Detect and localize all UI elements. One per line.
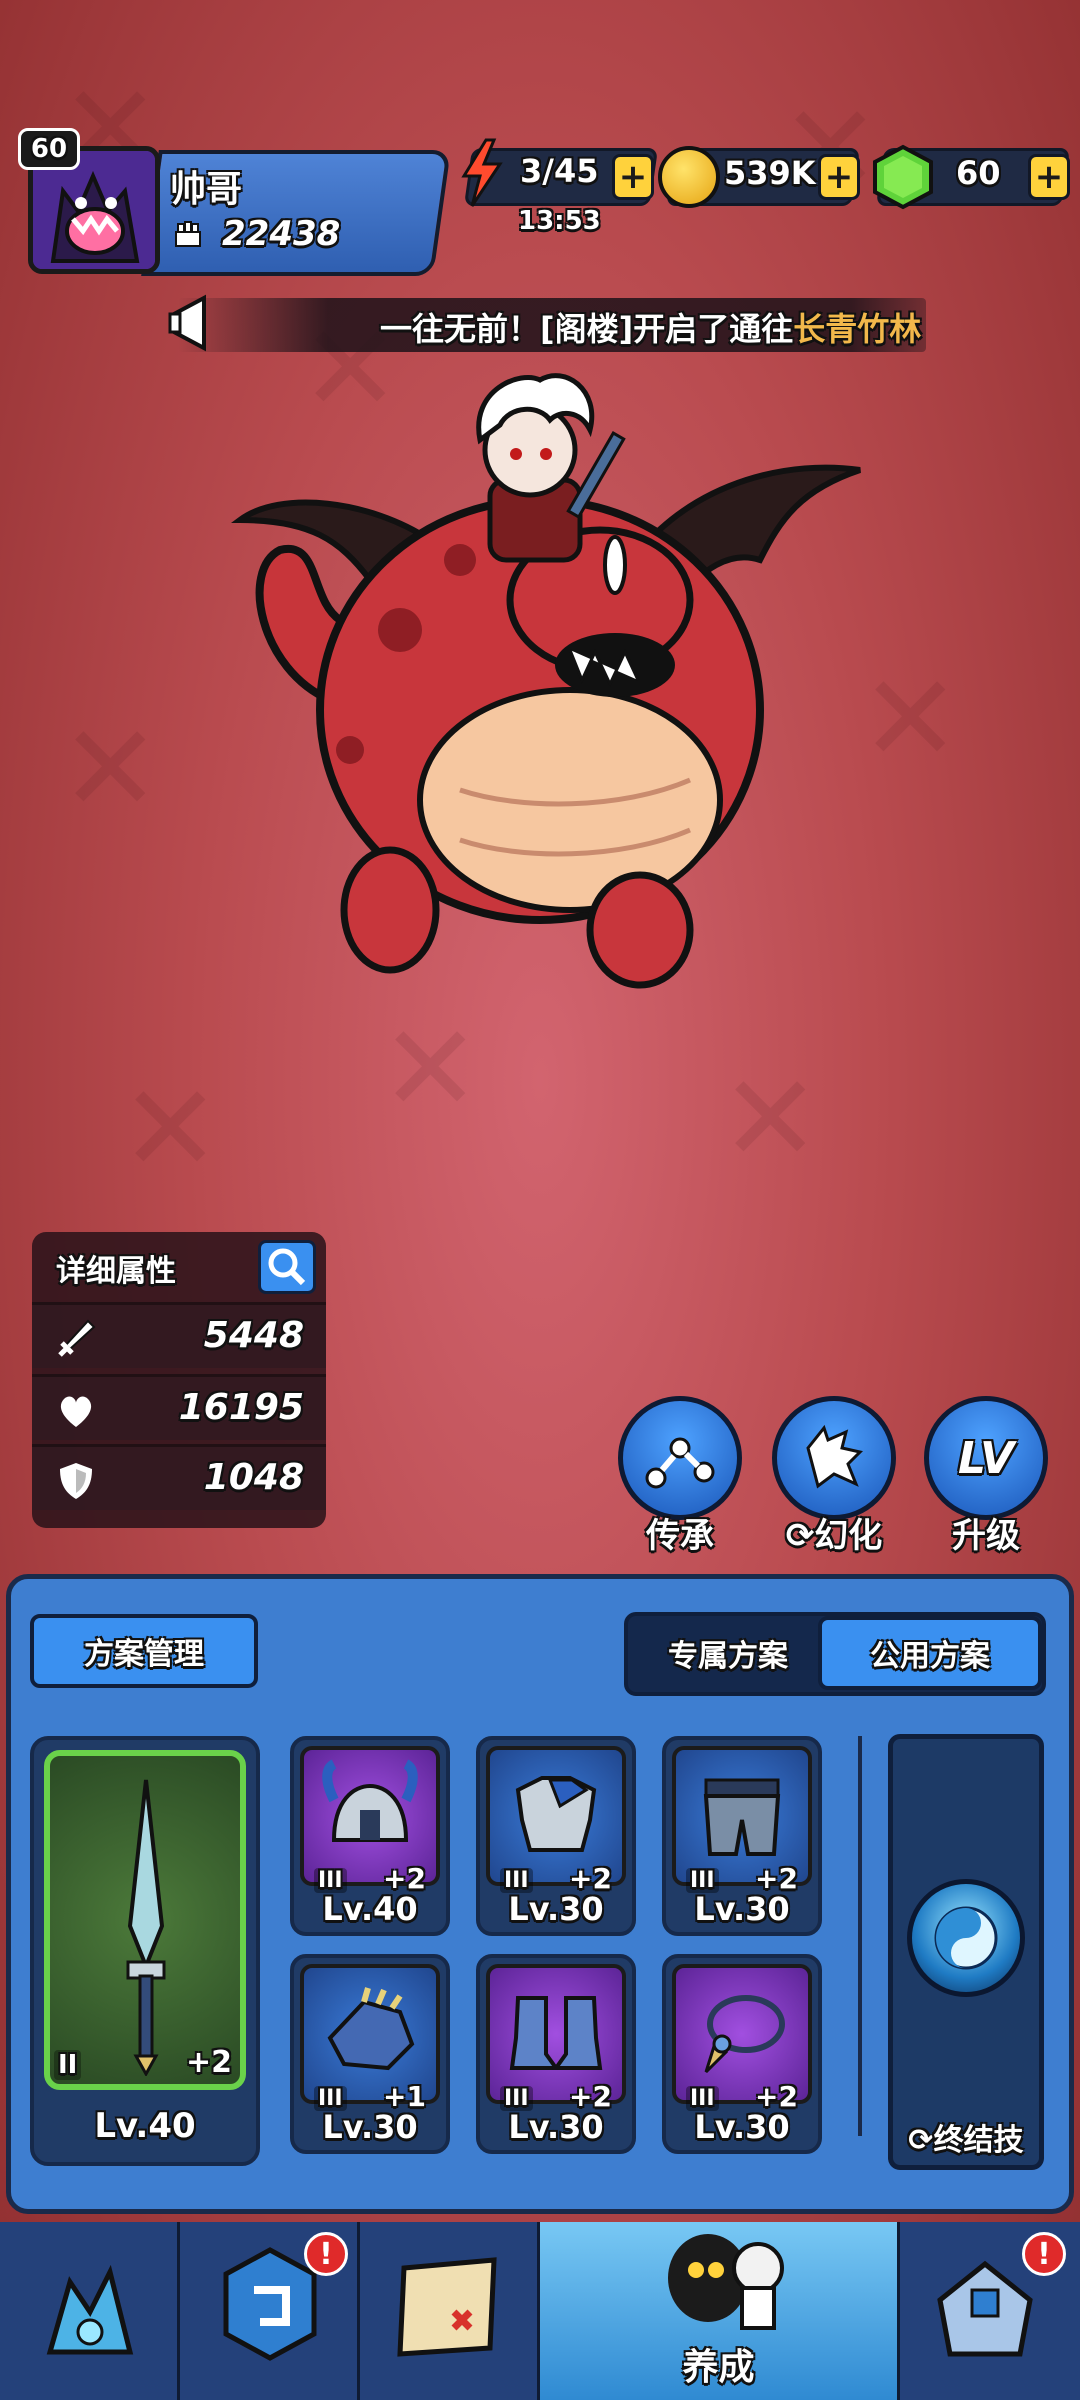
- swap-icon: ⟳: [785, 1516, 815, 1556]
- nav-develop-label: 养成: [682, 2347, 755, 2388]
- gear-frame: III +1: [300, 1964, 440, 2113]
- stats-title: 详细属性: [56, 1254, 176, 1289]
- sword-icon: [54, 1317, 98, 1361]
- bottom-nav: ! 养成 !: [0, 2222, 1080, 2400]
- stat-row-attack: 5448: [32, 1302, 326, 1368]
- gear-frame: III +2: [672, 1746, 812, 1895]
- gem-value: 60: [956, 154, 1001, 192]
- nav-item-dungeon[interactable]: !: [180, 2222, 360, 2400]
- energy-timer: 13:53: [518, 206, 601, 236]
- gear-slot-helmet[interactable]: III +2 Lv.40: [290, 1736, 450, 1936]
- weapon-frame: II +2: [44, 1750, 246, 2090]
- dragon-head-icon: [806, 1424, 863, 1489]
- bg-pattern: ✕: [380, 1000, 481, 1139]
- stat-attack-value: 5448: [203, 1315, 304, 1356]
- gear-level: Lv.30: [694, 2108, 790, 2146]
- gear-level: Lv.30: [322, 2108, 418, 2146]
- nav-item-map[interactable]: [360, 2222, 540, 2400]
- gold-value: 539K: [724, 154, 816, 192]
- stat-row-health: 16195: [32, 1374, 326, 1440]
- gear-slot-boots[interactable]: III +2 Lv.30: [476, 1954, 636, 2154]
- hex-portal-icon: [223, 2247, 317, 2361]
- announcement-text: 一往无前！[阁楼]开启了通往长青竹林: [380, 304, 921, 350]
- gear-level: Lv.30: [694, 1890, 790, 1928]
- search-stats-button[interactable]: [258, 1240, 316, 1294]
- detail-stats-panel: 详细属性 5448 16195 1048: [32, 1232, 326, 1528]
- announcement-highlight: 长青竹林: [793, 310, 922, 348]
- develop-characters-icon: [668, 2234, 784, 2330]
- player-name: 帅哥: [170, 169, 243, 210]
- nav-item-battle[interactable]: [0, 2222, 180, 2400]
- finisher-text: 终结技: [933, 2123, 1024, 2158]
- bg-pattern: ✕: [720, 1050, 821, 1189]
- heart-icon: [54, 1389, 98, 1433]
- nav-notification-badge: !: [304, 2232, 348, 2276]
- gear-frame: III +2: [486, 1964, 626, 2113]
- gear-frame: III +2: [300, 1746, 440, 1895]
- swap-icon: ⟳: [908, 2123, 934, 2158]
- tab-exclusive-plan[interactable]: 专属方案: [628, 1616, 828, 1690]
- inherit-button[interactable]: [618, 1396, 742, 1520]
- gear-level: Lv.30: [508, 2108, 604, 2146]
- gold-coin-icon: [658, 146, 720, 208]
- inherit-label: 传承: [646, 1516, 714, 1556]
- gear-level: Lv.30: [508, 1890, 604, 1928]
- upgrade-label: 升级: [952, 1516, 1020, 1556]
- crystal-crown-icon: [46, 2264, 134, 2355]
- fist-power-icon: [170, 214, 210, 254]
- announcement-prefix: 一往无前！[阁楼]开启了通往: [380, 310, 794, 348]
- finisher-skill-slot[interactable]: ⟳终结技: [888, 1734, 1044, 2170]
- shield-icon: [54, 1459, 98, 1503]
- energy-value: 3/45: [520, 152, 599, 190]
- weapon-plus: +2: [185, 2045, 232, 2080]
- weapon-tier: II: [54, 2050, 82, 2080]
- stat-row-defense: 1048: [32, 1444, 326, 1510]
- illusion-button[interactable]: [772, 1396, 896, 1520]
- gear-slot-pants[interactable]: III +2 Lv.30: [662, 1736, 822, 1936]
- bg-pattern: ✕: [120, 1060, 221, 1199]
- hero-on-dragon-mount[interactable]: [220, 370, 880, 1010]
- magnifier-icon: [268, 1248, 306, 1286]
- gear-slot-armor[interactable]: III +2 Lv.30: [476, 1736, 636, 1936]
- upgrade-button[interactable]: LV: [924, 1396, 1048, 1520]
- megaphone-icon: [166, 292, 232, 354]
- treasure-map-icon: [397, 2257, 497, 2357]
- gear-slot-gauntlet[interactable]: III +1 Lv.30: [290, 1954, 450, 2154]
- stat-defense-value: 1048: [203, 1457, 304, 1498]
- player-power: 22438: [222, 214, 341, 254]
- nav-item-shop[interactable]: !: [900, 2222, 1080, 2400]
- energy-add-button[interactable]: +: [612, 154, 654, 200]
- green-gem-icon: [870, 144, 936, 210]
- weapon-slot[interactable]: II +2 Lv.40: [30, 1736, 260, 2166]
- bg-pattern: ✕: [60, 700, 161, 839]
- plan-manage-button[interactable]: 方案管理: [30, 1614, 258, 1688]
- nav-item-develop[interactable]: 养成: [540, 2222, 900, 2400]
- yin-yang-skill-icon: [907, 1879, 1025, 1997]
- gear-level: Lv.40: [322, 1890, 418, 1928]
- gear-frame: III +2: [672, 1964, 812, 2113]
- gear-slot-necklace[interactable]: III +2 Lv.30: [662, 1954, 822, 2154]
- nav-notification-badge: !: [1022, 2232, 1066, 2276]
- stat-health-value: 16195: [178, 1387, 304, 1428]
- weapon-level: Lv.40: [94, 2106, 196, 2146]
- branch-icon: [645, 1437, 715, 1489]
- lightning-icon: [458, 138, 504, 208]
- tab-public-plan[interactable]: 公用方案: [818, 1616, 1042, 1690]
- level-up-icon: LV: [957, 1432, 1015, 1484]
- gem-add-button[interactable]: +: [1028, 154, 1070, 200]
- player-level-badge: 60: [18, 128, 80, 170]
- finisher-label: ⟳终结技: [893, 2115, 1039, 2159]
- shop-building-icon: [937, 2260, 1033, 2357]
- spear-icon: [126, 1779, 166, 2076]
- illusion-label: ⟳幻化: [762, 1508, 906, 1557]
- gold-add-button[interactable]: +: [818, 154, 860, 200]
- illusion-text: 幻化: [814, 1516, 883, 1556]
- panel-divider: [858, 1736, 862, 2136]
- gear-frame: III +2: [486, 1746, 626, 1895]
